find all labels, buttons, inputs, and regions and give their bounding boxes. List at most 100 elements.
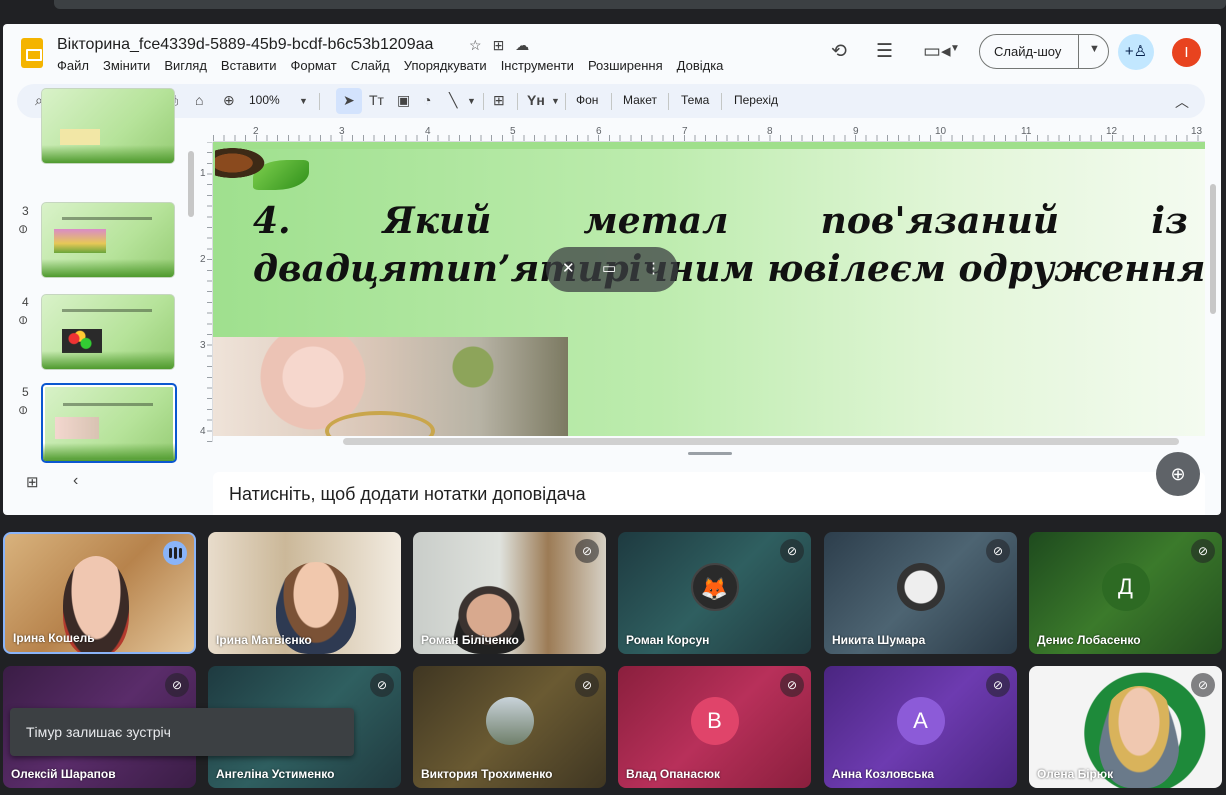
slideshow-dropdown-icon[interactable]: ▼ bbox=[1089, 43, 1100, 55]
slide-thumbnail-5[interactable] bbox=[41, 383, 177, 463]
transition-button[interactable]: Перехід bbox=[734, 93, 778, 107]
slide-thumbnail-4[interactable] bbox=[41, 294, 175, 370]
more-options-icon[interactable]: ⋮ bbox=[646, 259, 661, 277]
slide-thumbnail-2[interactable] bbox=[41, 88, 175, 164]
ruler-number: 2 bbox=[200, 254, 206, 265]
document-title[interactable]: Вікторина_fce4339d-5889-45b9-bcdf-b6c53b… bbox=[57, 36, 433, 54]
thumb-grass bbox=[42, 351, 174, 369]
participant-tile[interactable]: ⊘ Никита Шумара bbox=[824, 532, 1017, 654]
participant-name: Олексій Шарапов bbox=[11, 767, 116, 781]
menu-file[interactable]: Файл bbox=[57, 58, 89, 73]
toolbar-separator bbox=[611, 93, 612, 110]
participant-avatar: В bbox=[690, 697, 739, 745]
theme-button[interactable]: Тема bbox=[681, 93, 709, 107]
history-icon[interactable]: ⟲ bbox=[831, 40, 847, 63]
ruler-number: 1 bbox=[200, 168, 206, 179]
participant-tile[interactable]: ⊘ Олена Бірюк bbox=[1029, 666, 1222, 788]
menu-edit[interactable]: Змінити bbox=[103, 58, 150, 73]
participant-tile[interactable]: А ⊘ Анна Козловська bbox=[824, 666, 1017, 788]
image-icon[interactable]: ▣ bbox=[397, 92, 410, 109]
participant-avatar: 🦊 bbox=[690, 563, 739, 611]
zoom-in-icon[interactable]: ⊕ bbox=[1156, 452, 1200, 496]
speaker-notes[interactable]: Натисніть, щоб додати нотатки доповідача bbox=[213, 472, 1205, 515]
participant-tile[interactable]: Ірина Матвієнко bbox=[208, 532, 401, 654]
camera-off-icon[interactable]: ▭ bbox=[602, 259, 616, 277]
grid-view-icon[interactable]: ⊞ bbox=[26, 473, 39, 491]
butterfly-image[interactable] bbox=[215, 144, 273, 182]
ruler-number: 11 bbox=[1021, 126, 1032, 137]
move-to-folder-icon[interactable]: ⊞ bbox=[493, 37, 505, 54]
mic-off-icon: ⊘ bbox=[575, 539, 599, 563]
menu-extensions[interactable]: Розширення bbox=[588, 58, 663, 73]
menu-insert[interactable]: Вставити bbox=[221, 58, 277, 73]
star-icon[interactable]: ☆ bbox=[469, 37, 482, 54]
ruler-number: 5 bbox=[510, 126, 516, 137]
text-format-icon[interactable]: Yн bbox=[527, 92, 545, 108]
participant-tile[interactable]: Д ⊘ Денис Лобасенко bbox=[1029, 532, 1222, 654]
cloud-saved-icon[interactable]: ☁ bbox=[515, 37, 529, 54]
camera-icon[interactable]: ▭◂ bbox=[923, 40, 951, 63]
question-line-2[interactable]: двадцятип’ятирічним ювілеєм одруження? bbox=[253, 248, 1205, 290]
canvas-horizontal-scrollbar[interactable] bbox=[343, 438, 1179, 445]
ruler-number: 2 bbox=[253, 126, 259, 137]
slideshow-label: Слайд-шоу bbox=[994, 44, 1062, 59]
participant-tile[interactable]: 🦊 ⊘ Роман Корсун bbox=[618, 532, 811, 654]
menu-help[interactable]: Довідка bbox=[677, 58, 724, 73]
participant-tile[interactable]: В ⊘ Влад Опанасюк bbox=[618, 666, 811, 788]
menu-view[interactable]: Вигляд bbox=[164, 58, 207, 73]
slideshow-button[interactable]: Слайд-шоу ▼ bbox=[979, 34, 1109, 69]
account-avatar[interactable]: I bbox=[1172, 38, 1201, 67]
shape-icon[interactable]: ◔ bbox=[423, 92, 431, 108]
line-icon[interactable]: ╲ bbox=[449, 92, 457, 109]
mic-off-icon: ⊘ bbox=[1191, 539, 1215, 563]
participant-tile[interactable]: ⊘ Виктория Трохименко bbox=[413, 666, 606, 788]
menu-tools[interactable]: Інструменти bbox=[501, 58, 574, 73]
paint-format-icon[interactable]: ⌂ bbox=[195, 92, 203, 108]
participant-tile[interactable]: ⊘ Роман Біліченко bbox=[413, 532, 606, 654]
toolbar-separator bbox=[319, 93, 320, 110]
mic-off-icon: ⊘ bbox=[986, 539, 1010, 563]
slide-thumbnail-3[interactable] bbox=[41, 202, 175, 278]
toolbar-separator bbox=[517, 93, 518, 110]
filmstrip-scrollbar[interactable] bbox=[188, 151, 194, 217]
participant-tile[interactable]: Ірина Кошель bbox=[3, 532, 196, 654]
ruler-number: 4 bbox=[425, 126, 431, 137]
zoom-level[interactable]: 100% bbox=[249, 93, 280, 107]
participant-name: Роман Біліченко bbox=[421, 633, 519, 647]
ruler-number: 6 bbox=[596, 126, 602, 137]
speaking-indicator-icon bbox=[163, 541, 187, 565]
participant-name: Влад Опанасюк bbox=[626, 767, 721, 781]
thumb-text bbox=[62, 309, 152, 312]
select-icon[interactable]: ➤ bbox=[343, 92, 355, 109]
slide-canvas[interactable]: 4. Який метал пов'язаний із двадцятип’ят… bbox=[213, 142, 1205, 436]
menu-arrange[interactable]: Упорядкувати bbox=[404, 58, 487, 73]
notes-resize-handle[interactable] bbox=[688, 452, 732, 455]
line-dropdown-icon[interactable]: ▼ bbox=[467, 96, 476, 106]
camera-dropdown-icon[interactable]: ▼ bbox=[950, 43, 960, 54]
layout-button[interactable]: Макет bbox=[623, 93, 657, 107]
notes-placeholder: Натисніть, щоб додати нотатки доповідача bbox=[229, 484, 586, 504]
collapse-filmstrip-icon[interactable]: ‹ bbox=[73, 472, 78, 490]
text-format-dropdown-icon[interactable]: ▼ bbox=[551, 96, 560, 106]
collapse-toolbar-icon[interactable]: ︿ bbox=[1175, 92, 1189, 112]
slide-top-band bbox=[213, 142, 1205, 149]
menu-slide[interactable]: Слайд bbox=[351, 58, 390, 73]
zoom-dropdown-icon[interactable]: ▼ bbox=[299, 96, 308, 106]
rose-rings-image[interactable] bbox=[213, 337, 568, 436]
zoom-icon[interactable]: ⊕ bbox=[223, 92, 235, 109]
menu-format[interactable]: Формат bbox=[291, 58, 337, 73]
mic-off-icon[interactable]: ✕ bbox=[562, 259, 575, 277]
background-button[interactable]: Фон bbox=[576, 93, 598, 107]
participant-name: Олена Бірюк bbox=[1037, 767, 1114, 781]
canvas-vertical-scrollbar[interactable] bbox=[1210, 184, 1216, 314]
thumb-text bbox=[62, 217, 152, 220]
question-line-1[interactable]: 4. Який метал пов'язаний із bbox=[253, 200, 1188, 242]
slides-logo-icon[interactable] bbox=[21, 38, 43, 68]
text-box-icon[interactable]: Tт bbox=[369, 92, 384, 108]
thumb-grass bbox=[42, 145, 174, 163]
video-overlay-controls[interactable]: ✕ ▭ ⋮ bbox=[546, 247, 678, 292]
ruler-number: 7 bbox=[682, 126, 688, 137]
add-person-icon[interactable]: +♙ bbox=[1118, 34, 1154, 70]
comment-icon[interactable]: ☰ bbox=[876, 40, 893, 63]
comment-add-icon[interactable]: ⊞ bbox=[493, 92, 505, 109]
